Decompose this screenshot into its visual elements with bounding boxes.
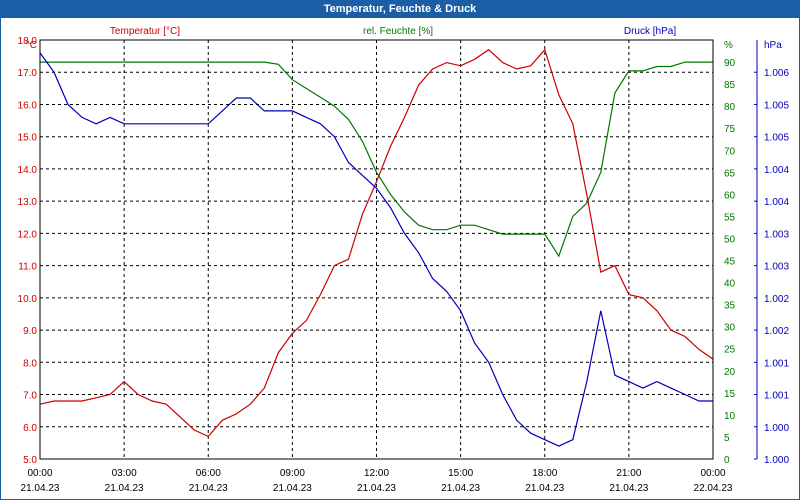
pressure-tick-label: 1.000 <box>764 423 789 434</box>
x-tick-time: 00:00 <box>27 468 52 479</box>
humidity-tick-label: 30 <box>724 323 736 334</box>
pressure-unit-label: hPa <box>764 40 782 51</box>
x-tick-time: 12:00 <box>364 468 389 479</box>
x-tick-date: 22.04.23 <box>694 483 733 494</box>
temperature-tick-label: 15.0 <box>18 133 38 144</box>
humidity-tick-label: 80 <box>724 102 736 113</box>
humidity-tick-label: 45 <box>724 257 736 268</box>
pressure-tick-label: 1.005 <box>764 133 789 144</box>
humidity-tick-label: 75 <box>724 124 736 135</box>
x-tick-time: 21:00 <box>616 468 641 479</box>
temperature-tick-label: 10.0 <box>18 294 38 305</box>
humidity-tick-label: 65 <box>724 168 736 179</box>
x-tick-date: 21.04.23 <box>609 483 648 494</box>
humidity-tick-label: 50 <box>724 234 736 245</box>
pressure-tick-label: 1.004 <box>764 197 789 208</box>
x-tick-date: 21.04.23 <box>273 483 312 494</box>
temperature-tick-label: 14.0 <box>18 165 38 176</box>
humidity-tick-label: 55 <box>724 212 736 223</box>
temperature-tick-label: 6.0 <box>23 423 37 434</box>
temperature-unit-label: °C <box>26 40 37 51</box>
x-tick-date: 21.04.23 <box>357 483 396 494</box>
pressure-tick-label: 1.001 <box>764 391 789 402</box>
humidity-tick-label: 70 <box>724 146 736 157</box>
temperature-tick-label: 9.0 <box>23 326 37 337</box>
humidity-unit-label: % <box>724 40 733 51</box>
x-tick-date: 21.04.23 <box>105 483 144 494</box>
x-tick-time: 15:00 <box>448 468 473 479</box>
pressure-tick-label: 1.002 <box>764 326 789 337</box>
humidity-tick-label: 25 <box>724 345 736 356</box>
pressure-tick-label: 1.002 <box>764 294 789 305</box>
x-tick-time: 06:00 <box>196 468 221 479</box>
humidity-tick-label: 60 <box>724 190 736 201</box>
x-tick-date: 21.04.23 <box>189 483 228 494</box>
temperature-tick-label: 7.0 <box>23 391 37 402</box>
temperature-tick-label: 16.0 <box>18 100 38 111</box>
pressure-tick-label: 1.001 <box>764 358 789 369</box>
x-tick-date: 21.04.23 <box>525 483 564 494</box>
humidity-tick-label: 5 <box>724 433 730 444</box>
pressure-tick-label: 1.003 <box>764 229 789 240</box>
x-tick-time: 09:00 <box>280 468 305 479</box>
x-tick-time: 00:00 <box>700 468 725 479</box>
temperature-tick-label: 11.0 <box>18 262 37 273</box>
x-tick-time: 03:00 <box>112 468 137 479</box>
humidity-tick-label: 90 <box>724 58 736 69</box>
temperature-tick-label: 5.0 <box>23 455 37 466</box>
axes-layer <box>39 39 758 460</box>
humidity-tick-label: 10 <box>724 411 736 422</box>
x-tick-date: 21.04.23 <box>21 483 60 494</box>
temperature-tick-label: 12.0 <box>18 229 38 240</box>
legend-temperature: Temperatur [°C] <box>110 26 180 37</box>
humidity-tick-label: 0 <box>724 455 730 466</box>
legend-humidity: rel. Feuchte [%] <box>363 26 433 37</box>
humidity-tick-label: 40 <box>724 279 736 290</box>
pressure-tick-label: 1.000 <box>764 455 789 466</box>
temperature-tick-label: 17.0 <box>18 68 38 79</box>
pressure-tick-label: 1.004 <box>764 165 789 176</box>
x-tick-date: 21.04.23 <box>441 483 480 494</box>
pressure-tick-label: 1.003 <box>764 262 789 273</box>
x-tick-time: 18:00 <box>532 468 557 479</box>
humidity-tick-label: 85 <box>724 80 736 91</box>
chart: 5.0 6.0 7.0 8.0 9.0 10.0 11.0 12.0 13.0 14.0 15.0 1… <box>18 26 790 494</box>
humidity-tick-label: 20 <box>724 367 736 378</box>
humidity-tick-label: 35 <box>724 301 736 312</box>
legend-pressure: Druck [hPa] <box>624 26 676 37</box>
pressure-tick-label: 1.005 <box>764 100 789 111</box>
temperature-tick-label: 13.0 <box>18 197 38 208</box>
pressure-tick-label: 1.006 <box>764 68 789 79</box>
temperature-tick-label: 8.0 <box>23 358 37 369</box>
labels-layer: 5.0 6.0 7.0 8.0 9.0 10.0 11.0 12.0 13.0 14.0 15.0 1… <box>18 26 790 494</box>
humidity-tick-label: 15 <box>724 389 736 400</box>
series-layer <box>39 48 714 447</box>
